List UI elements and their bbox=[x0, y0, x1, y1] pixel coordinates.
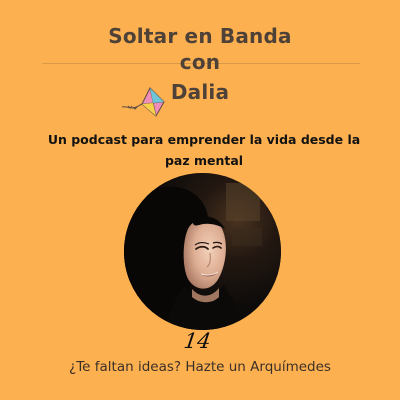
episode-number: 14 bbox=[182, 329, 213, 353]
host-portrait bbox=[124, 173, 281, 330]
podcast-title-line-1: Soltar en Banda bbox=[108, 24, 292, 48]
podcast-title-line-2: con bbox=[179, 50, 221, 74]
podcast-tagline: Un podcast para emprender la vida desde … bbox=[47, 132, 361, 168]
episode-title: ¿Te faltan ideas? Hazte un Arquímedes bbox=[69, 359, 331, 375]
podcast-title-line-3: Dalia bbox=[170, 80, 230, 104]
